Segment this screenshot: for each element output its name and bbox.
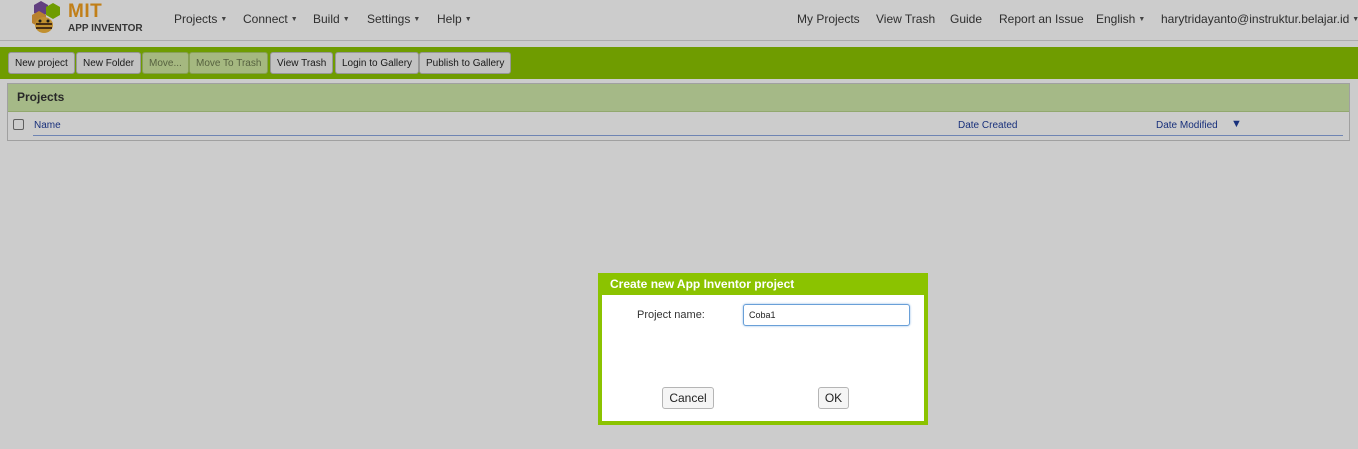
dialog-body: Project name: Cancel OK [602,295,924,421]
project-name-label: Project name: [637,309,705,321]
create-project-dialog: Create new App Inventor project Project … [598,273,928,425]
dialog-title: Create new App Inventor project [610,277,795,291]
project-name-input[interactable] [743,304,910,326]
ok-button[interactable]: OK [818,387,849,409]
cancel-button[interactable]: Cancel [662,387,714,409]
